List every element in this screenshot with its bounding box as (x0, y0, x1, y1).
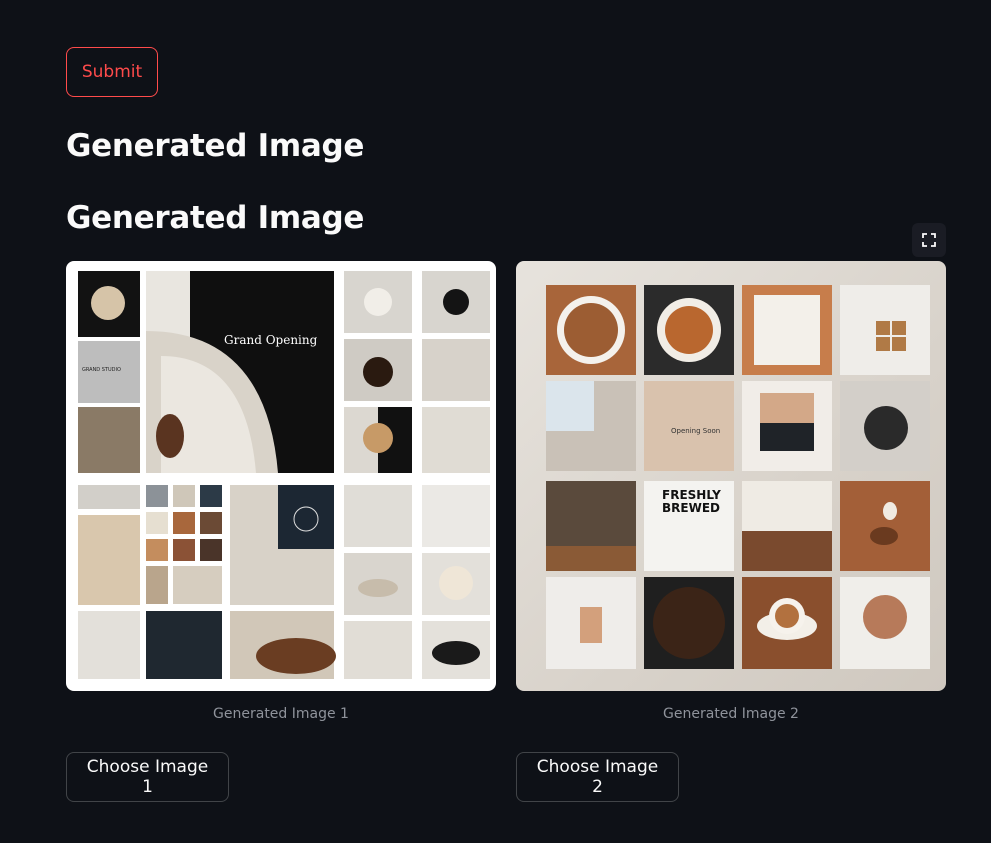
submit-button[interactable]: Submit (66, 47, 158, 97)
generated-image-2[interactable]: Opening Soon FRESHLY BREWED (516, 261, 946, 691)
fullscreen-button[interactable] (912, 223, 946, 257)
choose-image-1-button[interactable]: Choose Image 1 (66, 752, 229, 802)
opening-soon-text: Opening Soon (671, 427, 721, 435)
grand-opening-text: Grand Opening (224, 333, 318, 347)
brewed-text: BREWED (662, 501, 720, 515)
studio-text: GRAND STUDIO (82, 367, 121, 373)
moodboard-image-2 (546, 285, 930, 669)
generated-image-heading-2: Generated Image (66, 200, 365, 236)
choose-image-2-button[interactable]: Choose Image 2 (516, 752, 679, 802)
generated-image-1[interactable]: Grand Opening GRAND STUDIO (66, 261, 496, 691)
generated-image-heading: Generated Image (66, 128, 365, 164)
moodboard-image-1 (78, 271, 490, 679)
freshly-text: FRESHLY (662, 488, 721, 502)
image-caption-2: Generated Image 2 (663, 706, 799, 722)
image-caption-1: Generated Image 1 (213, 706, 349, 722)
fullscreen-icon (922, 233, 936, 247)
